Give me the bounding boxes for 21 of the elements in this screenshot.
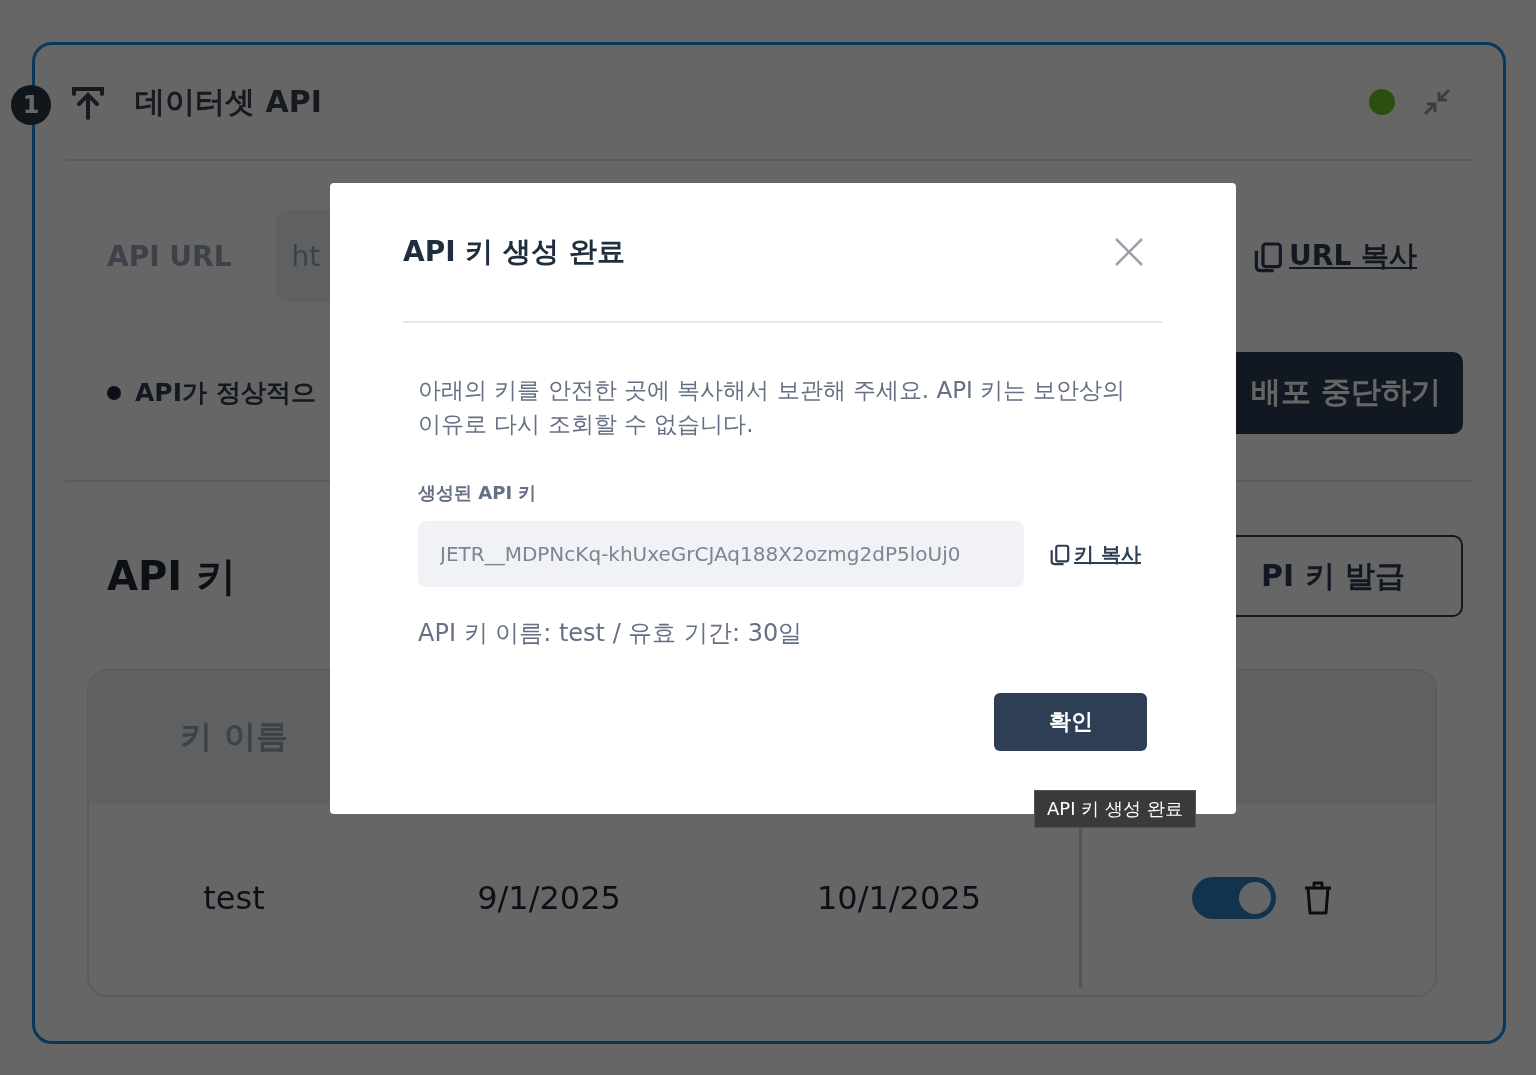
- key-info: API 키 이름: test / 유효 기간: 30일: [418, 618, 804, 649]
- confirm-button[interactable]: 확인: [994, 693, 1147, 751]
- table-cell-text: 9/1/2025: [476, 879, 622, 917]
- key-label: 생성된 API 키: [418, 481, 538, 505]
- trash-icon[interactable]: [1302, 880, 1334, 916]
- collapse-icon[interactable]: [1421, 86, 1453, 118]
- step-badge: 1: [11, 85, 51, 125]
- dialog-message: 아래의 키를 안전한 곳에 복사해서 보관해 주세요. API 키는 보안상의 이유로 다시 조회할 수 없습니다.: [418, 376, 1127, 439]
- section-heading: API 키: [107, 551, 237, 601]
- table-cell-text: test: [202, 879, 266, 917]
- upload-icon: [71, 84, 105, 120]
- toggle-switch[interactable]: [1192, 877, 1276, 919]
- status-text: API가 정상적으: [135, 377, 316, 409]
- close-icon[interactable]: [1114, 237, 1144, 267]
- panel-title: 데이터셋 API: [135, 82, 323, 121]
- table-cell-text: 10/1/2025: [815, 879, 983, 917]
- tooltip: API 키 생성 완료: [1034, 790, 1196, 828]
- copy-key-link[interactable]: 키 복사: [1048, 540, 1141, 568]
- dialog-title: API 키 생성 완료: [403, 234, 625, 270]
- copy-url-link[interactable]: URL 복사: [1251, 237, 1417, 275]
- bullet-icon: [107, 385, 121, 400]
